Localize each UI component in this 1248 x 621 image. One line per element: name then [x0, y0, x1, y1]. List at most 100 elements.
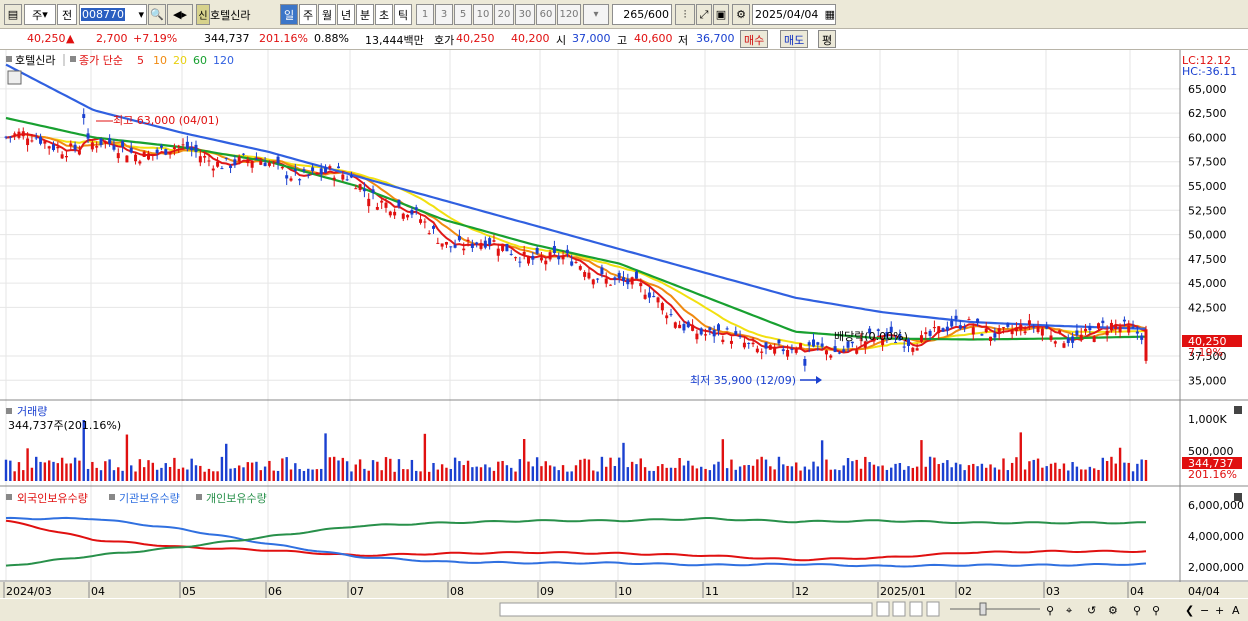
candle	[660, 303, 664, 311]
candle	[790, 349, 794, 351]
moving-averages	[5, 63, 1147, 354]
minute-20[interactable]: 20	[494, 4, 514, 25]
interval-dropdown[interactable]: ▾	[583, 4, 609, 25]
ma60-label: 60	[193, 54, 207, 67]
volume-bar	[315, 469, 319, 481]
plus-icon[interactable]: +	[1215, 604, 1224, 617]
volume-bar	[833, 469, 837, 481]
font-icon[interactable]: A	[1232, 604, 1240, 617]
refresh-icon[interactable]: ↺	[1087, 604, 1096, 617]
volume-bar	[190, 458, 193, 481]
tab-day[interactable]: 일	[280, 4, 298, 25]
tab-month[interactable]: 월	[318, 4, 336, 25]
period-code-select[interactable]: 주 ▾	[24, 4, 56, 25]
candle	[1002, 327, 1005, 329]
tab-tick[interactable]: 틱	[394, 4, 412, 25]
minute-30[interactable]: 30	[515, 4, 535, 25]
minute-120[interactable]: 120	[557, 4, 581, 25]
quote-bar: 40,250 ▲ 2,700 +7.19% 344,737 201.16% 0.…	[0, 29, 1248, 50]
zoom-slider-thumb[interactable]	[979, 602, 987, 616]
candle	[95, 146, 99, 148]
volume-bar	[194, 465, 198, 481]
hold-ytick-3: 2,000,000	[1188, 561, 1244, 574]
ma10-label: 10	[153, 54, 167, 67]
volume-bars	[4, 420, 1148, 481]
volume-bar	[345, 461, 349, 481]
minute-60[interactable]: 60	[536, 4, 556, 25]
candle	[989, 336, 993, 342]
tab-minute[interactable]: 분	[356, 4, 374, 25]
scroll-right-icon[interactable]	[876, 601, 890, 617]
tab-year[interactable]: 년	[337, 4, 355, 25]
volume-bar	[911, 467, 915, 481]
toolbar: ▤ 주 ▾ 전 008770 ▾ 🔍 ◀▸ 신 호텔신라 일 주 월 년 분 초 틱…	[0, 0, 1248, 29]
count-field[interactable]: 265/600	[612, 4, 672, 25]
candle	[82, 114, 86, 118]
dropdown-icon[interactable]: ▾	[138, 8, 146, 21]
chart-area[interactable]: 호텔신라 종가 단순 5 10 20 60 120 LC:12.12 HC:-3…	[0, 50, 1248, 621]
gear-icon[interactable]: ⚙	[732, 4, 750, 25]
stop-icon[interactable]	[909, 601, 923, 617]
volume-bar	[462, 465, 465, 481]
crosshair-icon[interactable]: ⌖	[1066, 604, 1072, 617]
panel-icon[interactable]: ▤	[4, 4, 22, 25]
tab-second[interactable]: 초	[375, 4, 393, 25]
scroll-end-icon[interactable]	[926, 601, 940, 617]
speaker-icon[interactable]: ◀▸	[167, 4, 193, 25]
volume-bar	[820, 440, 824, 481]
volume-bar	[458, 461, 461, 481]
candle	[483, 240, 487, 248]
volume-tag-pct: 201.16%	[1188, 468, 1237, 481]
candle	[410, 209, 414, 215]
table-icon[interactable]	[7, 70, 22, 85]
avg-button[interactable]: 평	[818, 30, 837, 48]
tool-icon[interactable]: ⤢	[696, 4, 712, 25]
minute-10[interactable]: 10	[473, 4, 493, 25]
prev-icon[interactable]: ❮	[1185, 604, 1194, 617]
scrollbar-thumb[interactable]	[499, 602, 873, 617]
volume-bar	[380, 470, 383, 481]
volume-bar	[272, 470, 275, 481]
tab-week[interactable]: 주	[299, 4, 317, 25]
minus-icon[interactable]: −	[1200, 604, 1209, 617]
magnifier-icon[interactable]: ⚲	[1046, 604, 1054, 617]
candle	[583, 272, 587, 277]
date-field[interactable]: 2025/04/04 ▦	[752, 4, 836, 25]
save-icon[interactable]: ▣	[713, 4, 729, 25]
candle	[159, 145, 163, 148]
minute-1[interactable]: 1	[416, 4, 434, 25]
close-icon[interactable]	[1234, 406, 1242, 414]
volume-bar	[522, 439, 526, 481]
candle	[1131, 326, 1135, 328]
volume-bar	[656, 466, 660, 481]
scroll-start-icon[interactable]	[892, 601, 906, 617]
volume-bar	[838, 470, 841, 481]
candle	[600, 267, 604, 275]
zoom-in-icon[interactable]: ⚲	[1152, 604, 1160, 617]
candle	[134, 154, 138, 162]
stock-code-input[interactable]: 008770 ▾	[79, 4, 147, 25]
candle	[1105, 330, 1109, 336]
volume-bar	[725, 468, 729, 481]
volume-bar	[777, 456, 781, 481]
close-label: 종가 단순	[79, 54, 123, 67]
sell-button[interactable]: 매도	[780, 30, 809, 48]
volume-bar	[890, 467, 893, 481]
dividend-label: 배당락(0.00%)	[834, 330, 908, 343]
calendar-icon[interactable]: ▦	[825, 8, 835, 21]
candle	[1071, 336, 1075, 343]
search-icon[interactable]: 🔍	[148, 4, 166, 25]
buy-button[interactable]: 매수	[740, 30, 769, 48]
volume-bar	[1006, 470, 1010, 481]
settings-icon[interactable]: ⚙	[1108, 604, 1118, 617]
volume-bar	[427, 471, 431, 481]
minute-5[interactable]: 5	[454, 4, 472, 25]
candle	[341, 174, 345, 180]
mode-select[interactable]: 전	[57, 4, 77, 25]
minute-3[interactable]: 3	[435, 4, 453, 25]
candle-type-icon[interactable]: ⫶	[675, 4, 695, 25]
candle	[518, 261, 522, 263]
zoom-out-icon[interactable]: ⚲	[1133, 604, 1141, 617]
candle	[950, 320, 954, 327]
volume-bar	[570, 471, 573, 481]
